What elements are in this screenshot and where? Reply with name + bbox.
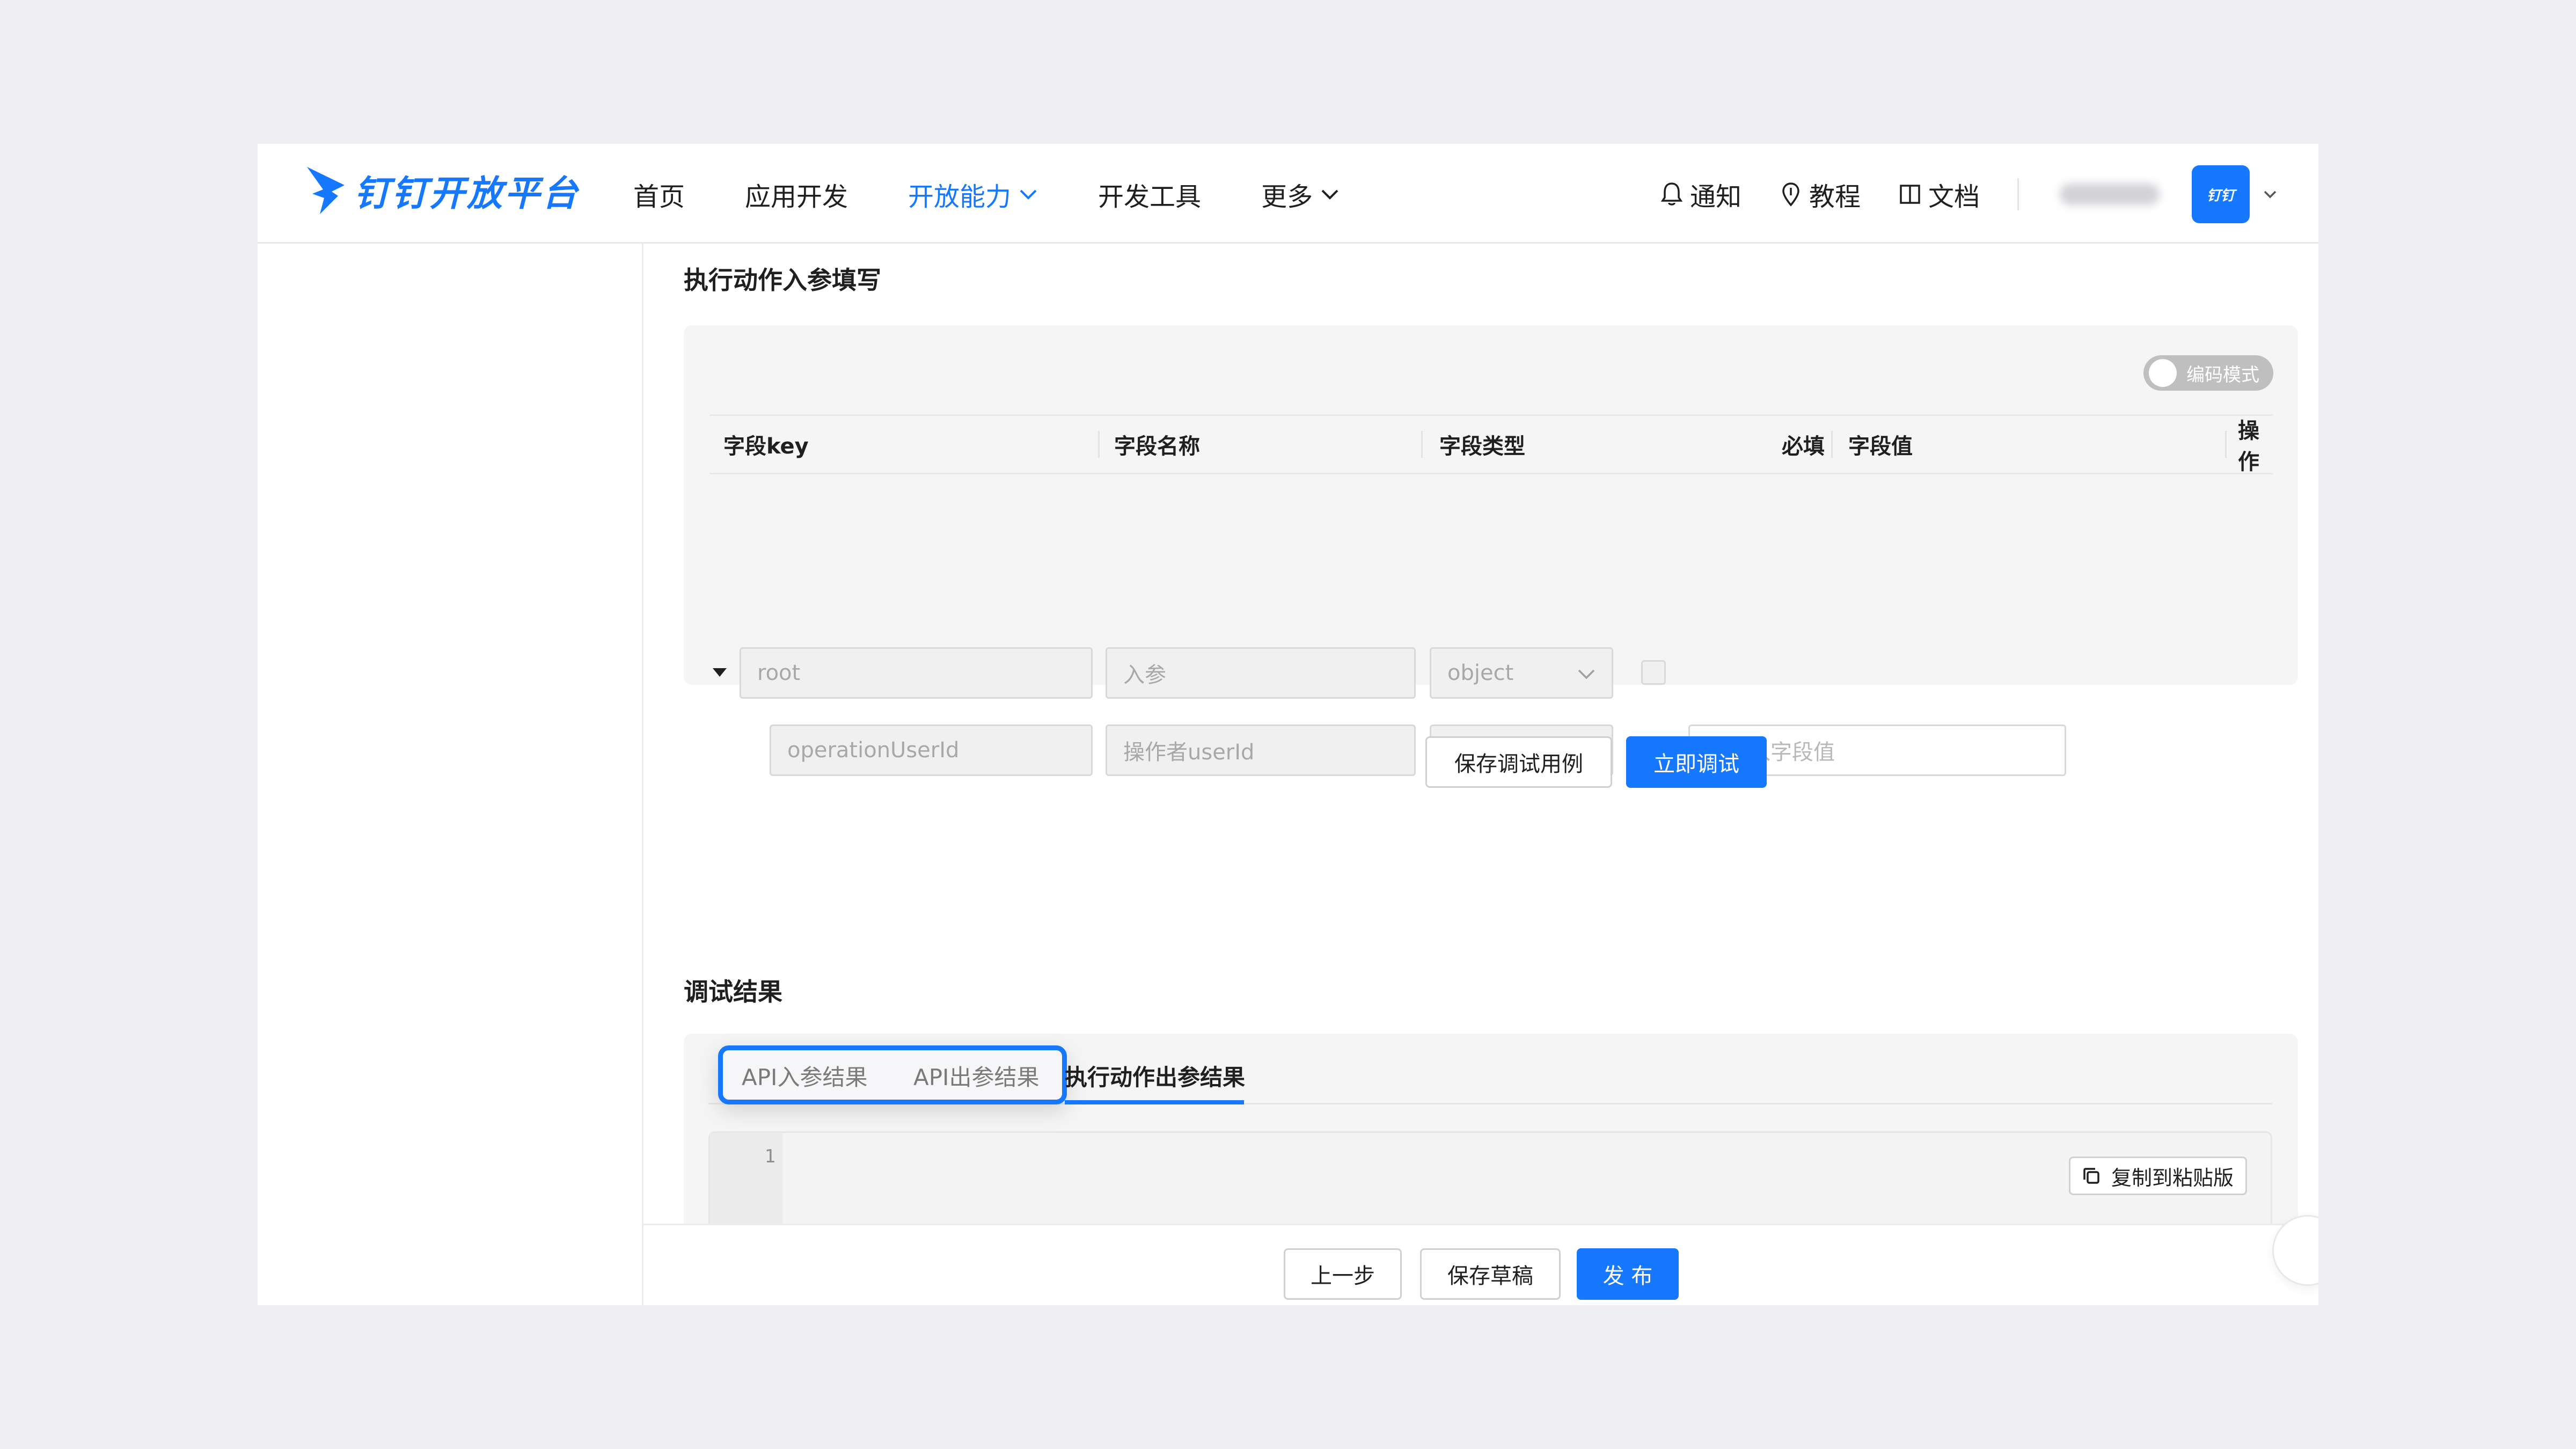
debug-now-button[interactable]: 立即调试 <box>1626 736 1767 788</box>
avatar[interactable]: 钉钉 <box>2192 165 2250 223</box>
line-number: 1 <box>764 1146 775 1167</box>
tutorial-button[interactable]: 教程 <box>1779 175 1861 213</box>
tab-api-output-result[interactable]: API出参结果 <box>913 1050 1039 1101</box>
chevron-down-icon <box>1020 189 1037 200</box>
main-nav: 首页 应用开发 开放能力 开发工具 更多 <box>633 169 1400 220</box>
tab-action-output-result[interactable]: 执行动作出参结果 <box>1065 1050 1245 1101</box>
nav-item-app-dev[interactable]: 应用开发 <box>745 175 848 213</box>
field-key-input[interactable]: operationUserId <box>770 724 1093 776</box>
docs-button[interactable]: 文档 <box>1898 175 1980 213</box>
nav-item-label: 更多 <box>1261 182 1313 212</box>
expand-caret-icon[interactable] <box>712 667 728 678</box>
code-mode-label: 编码模式 <box>2186 364 2259 386</box>
save-draft-button[interactable]: 保存草稿 <box>1420 1248 1561 1300</box>
header-divider <box>2017 178 2019 210</box>
chevron-down-icon <box>1321 189 1338 200</box>
top-navbar: 钉钉开放平台 首页 应用开发 开放能力 开发工具 更多 通知 教程 文档 钉钉 <box>258 144 2318 244</box>
notification-button[interactable]: 通知 <box>1660 175 1741 213</box>
result-tabs: API入参结果 API出参结果 执行动作出参结果 <box>708 1034 2272 1104</box>
nav-item-home[interactable]: 首页 <box>633 175 685 213</box>
column-header-required: 必填 <box>1782 434 1825 459</box>
nav-item-label: 开发工具 <box>1098 182 1202 212</box>
column-header-key: 字段key <box>723 434 809 459</box>
copy-icon <box>2083 1168 2099 1184</box>
bell-icon <box>1660 182 1683 206</box>
field-name-input[interactable]: 入参 <box>1106 647 1416 699</box>
field-type-value: object <box>1447 661 1514 685</box>
column-divider <box>1831 431 1833 458</box>
column-header-type: 字段类型 <box>1439 434 1525 459</box>
nav-item-open-capabilities[interactable]: 开放能力 <box>908 175 1038 213</box>
required-checkbox[interactable] <box>1641 660 1666 685</box>
column-header-actions: 操作 <box>2238 419 2259 474</box>
copy-label: 复制到粘贴版 <box>2111 1166 2234 1190</box>
notification-label: 通知 <box>1689 182 1741 212</box>
column-header-value: 字段值 <box>1848 434 1913 459</box>
location-pin-icon <box>1782 182 1799 207</box>
nav-item-more[interactable]: 更多 <box>1261 175 1340 213</box>
tutorial-label: 教程 <box>1809 182 1861 212</box>
params-table-header: 字段key 字段名称 字段类型 必填 字段值 操作 <box>709 414 2273 474</box>
nav-item-label: 应用开发 <box>745 182 848 212</box>
field-name-input[interactable]: 操作者userId <box>1106 724 1416 776</box>
chevron-down-icon <box>1578 669 1595 679</box>
dingtalk-logo-icon <box>307 167 345 214</box>
book-icon <box>1900 185 1920 204</box>
logo[interactable]: 钉钉开放平台 <box>305 161 580 220</box>
active-tab-indicator <box>1065 1100 1244 1104</box>
column-divider <box>2225 431 2227 458</box>
tab-api-input-result[interactable]: API入参结果 <box>742 1050 867 1101</box>
column-divider <box>1098 431 1100 458</box>
nav-item-label: 首页 <box>633 182 685 212</box>
avatar-text: 钉钉 <box>2206 187 2235 204</box>
toggle-knob <box>2149 359 2177 387</box>
save-debug-case-button[interactable]: 保存调试用例 <box>1425 736 1612 788</box>
sidebar-divider <box>642 244 643 1305</box>
header-tools: 通知 教程 文档 钉钉 <box>1660 165 2318 223</box>
username-redacted[interactable] <box>2060 184 2160 205</box>
logo-text: 钉钉开放平台 <box>354 173 580 214</box>
nav-item-dev-tools[interactable]: 开发工具 <box>1098 175 1201 213</box>
result-section-title: 调试结果 <box>684 977 782 1006</box>
nav-item-label: 开放能力 <box>908 182 1012 212</box>
column-header-name: 字段名称 <box>1114 434 1200 459</box>
code-mode-toggle[interactable]: 编码模式 <box>2143 355 2273 391</box>
copy-to-clipboard-button[interactable]: 复制到粘贴版 <box>2068 1157 2247 1195</box>
docs-label: 文档 <box>1928 182 1980 212</box>
field-type-select[interactable]: object <box>1430 647 1613 699</box>
params-panel: 编码模式 字段key 字段名称 字段类型 必填 字段值 操作 root 入参 o… <box>684 325 2298 776</box>
chevron-down-icon[interactable] <box>2263 189 2278 200</box>
params-section-title: 执行动作入参填写 <box>684 266 881 295</box>
app-window: 钉钉开放平台 首页 应用开发 开放能力 开发工具 更多 通知 教程 文档 钉钉 … <box>258 144 2318 1305</box>
field-key-input[interactable]: root <box>740 647 1093 699</box>
previous-step-button[interactable]: 上一步 <box>1284 1248 1402 1300</box>
column-divider <box>1421 431 1423 458</box>
publish-button[interactable]: 发 布 <box>1577 1248 1679 1300</box>
